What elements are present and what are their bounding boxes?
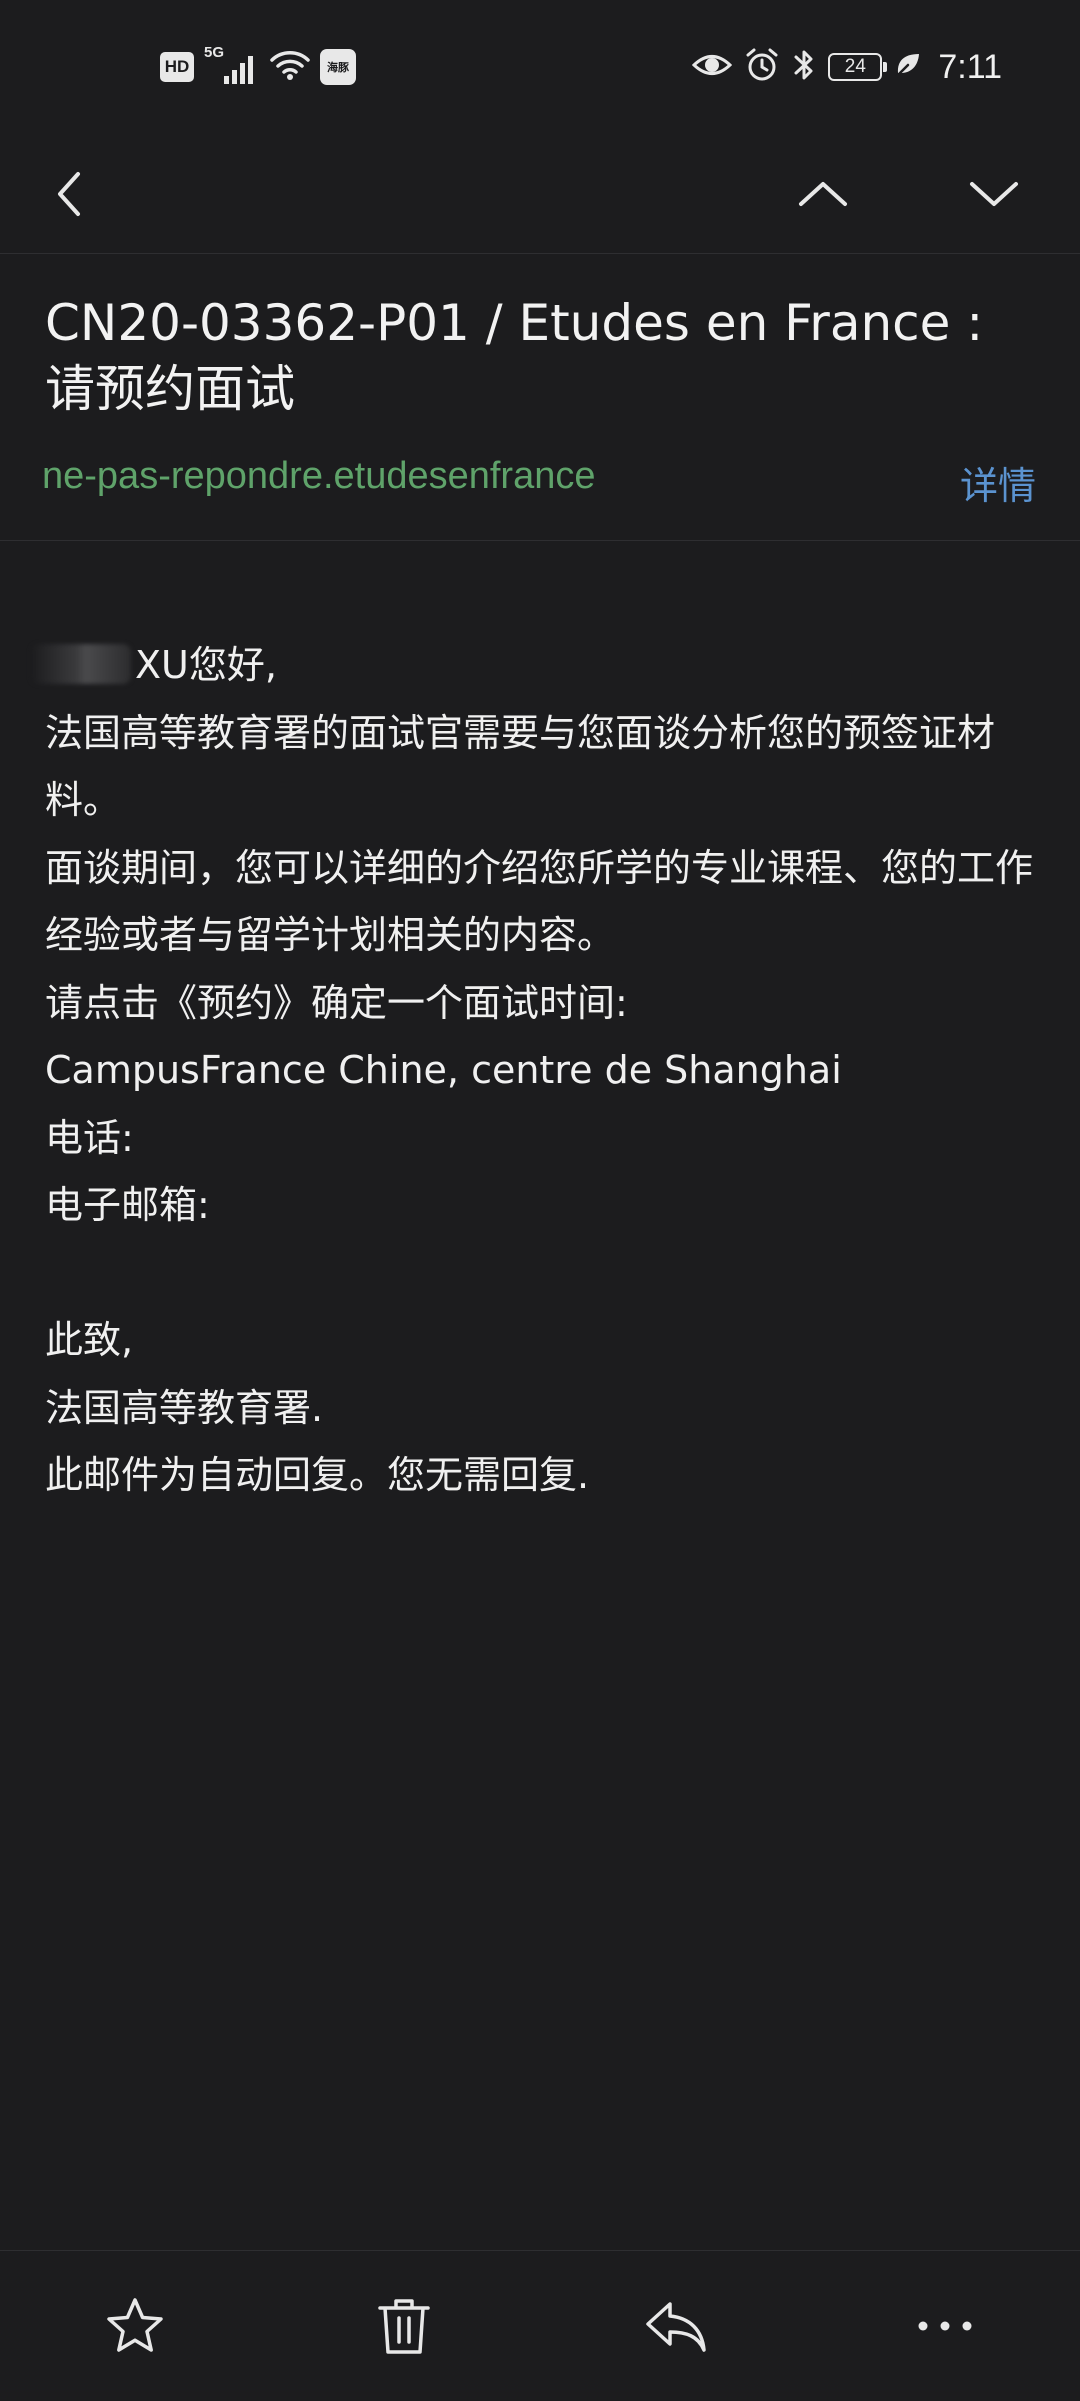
body-paragraph: 法国高等教育署的面试官需要与您面谈分析您的预签证材料。 bbox=[45, 710, 996, 823]
email-sender[interactable]: ne-pas-repondre.etudesenfrance bbox=[42, 455, 596, 498]
delete-button[interactable] bbox=[349, 2271, 459, 2381]
back-button[interactable] bbox=[18, 135, 118, 253]
previous-email-button[interactable] bbox=[773, 135, 873, 253]
trash-icon bbox=[378, 2299, 430, 2354]
wifi-icon bbox=[270, 49, 310, 85]
greeting-text: XU您好, bbox=[135, 643, 277, 687]
hd-icon: HD bbox=[160, 52, 194, 82]
email-body: XU您好, 法国高等教育署的面试官需要与您面谈分析您的预签证材料。 面谈期间，您… bbox=[31, 632, 1045, 1510]
hotspot-app-icon: 海豚 bbox=[320, 49, 356, 85]
status-left: HD 5G 海豚 bbox=[160, 42, 356, 92]
battery-icon: 24 bbox=[828, 53, 888, 81]
star-icon bbox=[107, 2298, 163, 2352]
star-button[interactable] bbox=[80, 2271, 190, 2381]
reply-button[interactable] bbox=[621, 2271, 731, 2381]
previous-icon bbox=[799, 182, 847, 206]
details-link[interactable]: 详情 bbox=[960, 455, 1036, 510]
more-button[interactable] bbox=[890, 2271, 1000, 2381]
signature-line: 法国高等教育署. bbox=[45, 1385, 324, 1430]
eye-comfort-icon bbox=[692, 50, 733, 84]
phone-line: 电话: bbox=[45, 1115, 134, 1160]
greeting-line: XU您好, bbox=[31, 632, 1045, 700]
body-paragraph: 面谈期间，您可以详细的介绍您所学的专业课程、您的工作经验或者与留学计划相关的内容… bbox=[45, 845, 1034, 958]
battery-level: 24 bbox=[844, 56, 866, 77]
status-right: 24 7:11 bbox=[692, 42, 1002, 92]
next-email-button[interactable] bbox=[944, 135, 1044, 253]
body-paragraph: 请点击《预约》确定一个面试时间: bbox=[45, 980, 628, 1025]
status-bar: HD 5G 海豚 24 7:11 bbox=[0, 0, 1080, 135]
power-saving-leaf-icon bbox=[894, 51, 922, 83]
bluetooth-icon bbox=[792, 47, 816, 87]
body-paragraph: CampusFrance Chine, centre de Shanghai bbox=[45, 1048, 842, 1092]
more-icon bbox=[918, 2321, 972, 2331]
bottom-action-bar bbox=[0, 2250, 1080, 2401]
email-header: CN20-03362-P01 / Etudes en France : 请预约面… bbox=[0, 255, 1080, 541]
email-subject: CN20-03362-P01 / Etudes en France : 请预约面… bbox=[45, 294, 984, 418]
closing-line: 此致, bbox=[45, 1318, 134, 1362]
redacted-name bbox=[31, 644, 131, 684]
alarm-icon bbox=[744, 47, 780, 87]
auto-reply-notice: 此邮件为自动回复。您无需回复. bbox=[45, 1453, 590, 1497]
cellular-signal-icon: 5G bbox=[204, 44, 260, 88]
back-icon bbox=[58, 172, 80, 216]
reply-icon bbox=[646, 2302, 706, 2352]
status-time: 7:11 bbox=[938, 47, 1002, 86]
network-type-label: 5G bbox=[204, 44, 225, 61]
email-line: 电子邮箱: bbox=[45, 1183, 210, 1227]
top-navigation-bar bbox=[0, 135, 1080, 254]
next-icon bbox=[970, 182, 1018, 206]
